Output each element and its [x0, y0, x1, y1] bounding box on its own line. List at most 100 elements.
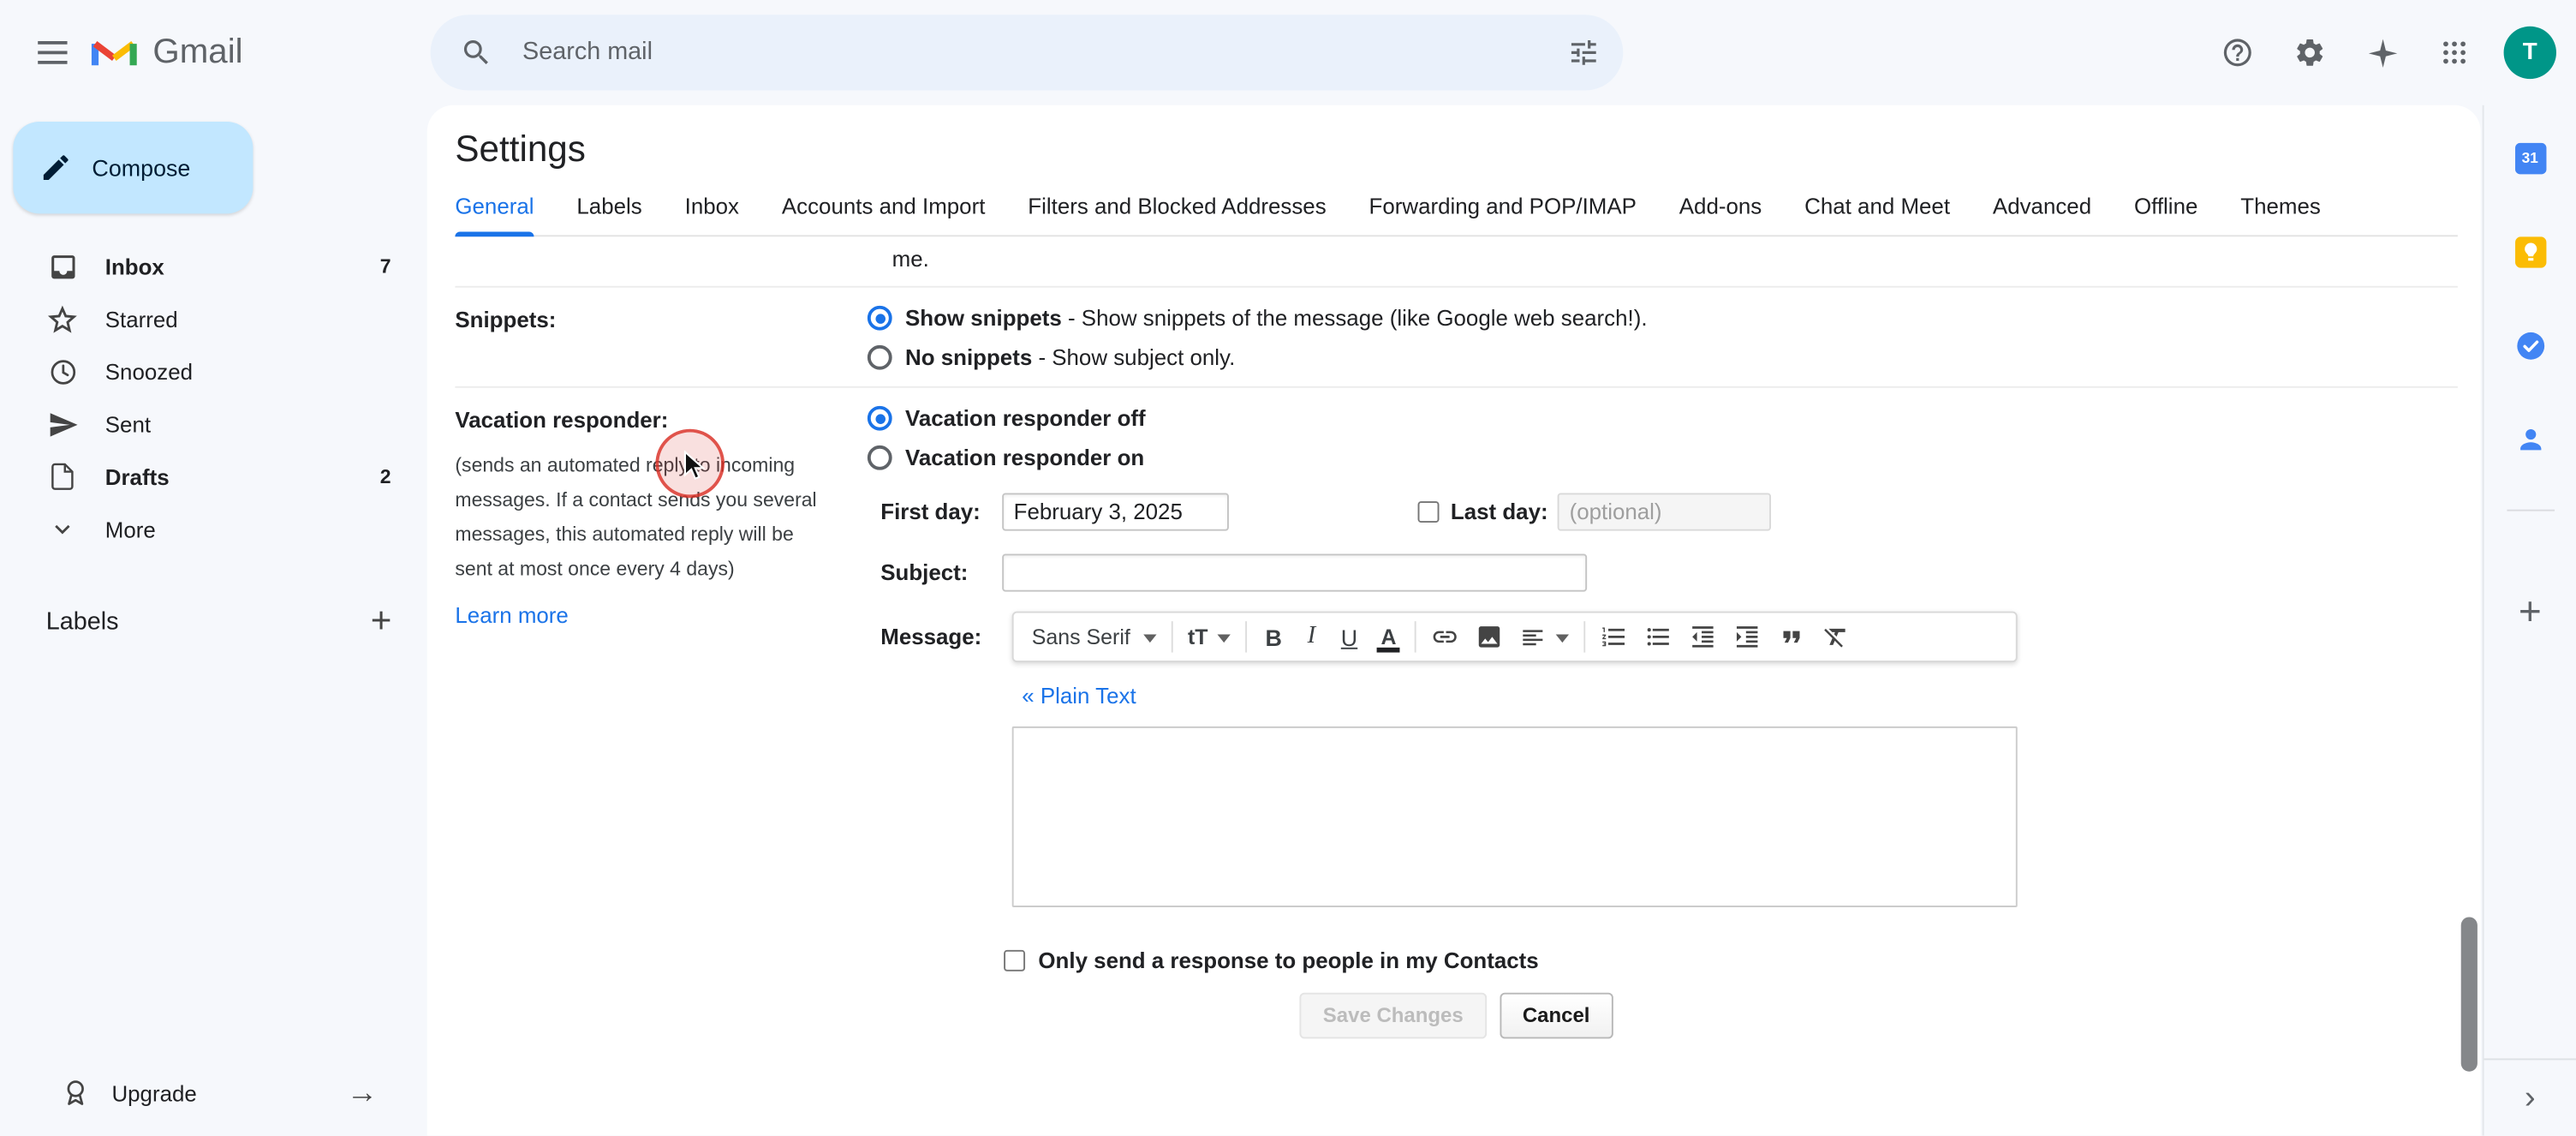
keep-icon[interactable] [2504, 225, 2556, 278]
calendar-icon[interactable]: 31 [2504, 131, 2556, 183]
compose-button[interactable]: Compose [13, 121, 253, 214]
vacation-off-option[interactable]: Vacation responder off [867, 405, 2458, 431]
search-input[interactable] [519, 16, 1551, 88]
sidebar-item-more[interactable]: More [0, 503, 414, 555]
menu-icon[interactable] [20, 20, 86, 86]
remove-formatting-button[interactable] [1814, 616, 1858, 657]
tab-filters-and-blocked-addresses[interactable]: Filters and Blocked Addresses [1028, 194, 1326, 235]
underline-button[interactable]: U [1329, 616, 1368, 657]
add-label-icon[interactable]: + [358, 598, 404, 644]
chevron-down-icon [1143, 633, 1157, 649]
italic-button[interactable]: I [1293, 616, 1329, 657]
sidebar-item-label: Starred [104, 306, 178, 332]
tab-inbox[interactable]: Inbox [685, 194, 739, 235]
subject-input[interactable] [1002, 553, 1588, 592]
bulleted-list-button[interactable] [1637, 616, 1681, 657]
form-buttons: Save Changes Cancel [455, 992, 2457, 1039]
learn-more-link[interactable]: Learn more [455, 603, 568, 628]
insert-link-icon [1434, 631, 1458, 643]
date-field-row: First day: Last day: [880, 493, 2458, 531]
inbox-icon [46, 250, 79, 283]
contacts-only-option[interactable]: Only send a response to people in my Con… [1004, 948, 2458, 973]
bold-icon: B [1265, 624, 1282, 650]
tab-general[interactable]: General [455, 194, 534, 237]
tab-labels[interactable]: Labels [576, 194, 641, 235]
sidebar-item-inbox[interactable]: Inbox 7 [0, 240, 414, 292]
sidebar-item-snoozed[interactable]: Snoozed [0, 345, 414, 398]
quote-button[interactable] [1770, 616, 1815, 657]
scrollbar-thumb[interactable] [2460, 917, 2478, 1072]
insert-image-button[interactable] [1468, 616, 1512, 657]
save-changes-button[interactable]: Save Changes [1299, 992, 1487, 1039]
tab-add-ons[interactable]: Add-ons [1679, 194, 1762, 235]
radio-show-snippets[interactable] [867, 305, 892, 331]
chevron-right-icon[interactable]: › [2525, 1081, 2536, 1114]
compose-label: Compose [92, 154, 191, 182]
font-family-value: Sans Serif [1031, 624, 1130, 649]
radio-vacation-on[interactable] [867, 445, 892, 470]
contacts-icon[interactable] [2504, 413, 2556, 465]
last-day-checkbox[interactable] [1417, 501, 1440, 523]
align-icon [1523, 629, 1543, 645]
sidebar-item-label: Inbox [104, 254, 164, 279]
no-snippets-option[interactable]: No snippets - Show subject only. [867, 344, 2458, 370]
setting-options-column: Show snippets - Show snippets of the mes… [841, 305, 2458, 370]
tab-themes[interactable]: Themes [2240, 194, 2321, 235]
insert-link-button[interactable] [1423, 616, 1468, 657]
rail-divider [2506, 509, 2555, 511]
radio-vacation-off[interactable] [867, 405, 892, 431]
plain-text-link[interactable]: « Plain Text [1022, 684, 1136, 709]
search-bar[interactable] [430, 15, 1624, 91]
contacts-person-icon [2519, 428, 2541, 450]
sidebar-upgrade[interactable]: Upgrade → [0, 1057, 427, 1129]
option-title: Show snippets [905, 305, 1062, 331]
sidebar-item-label: Drafts [104, 463, 170, 489]
bold-button[interactable]: B [1254, 616, 1293, 657]
tasks-check-icon [2516, 331, 2544, 359]
font-family-button[interactable]: Sans Serif [1023, 616, 1165, 657]
numbered-list-button[interactable] [1592, 616, 1637, 657]
search-icon[interactable] [450, 27, 503, 79]
settings-gear-icon[interactable] [2277, 20, 2343, 86]
arrow-right-icon[interactable]: → [347, 1077, 378, 1108]
gmail-logo[interactable]: Gmail [89, 33, 243, 72]
option-desc: - Show snippets of the message (like Goo… [1061, 305, 1648, 331]
apps-grid-icon[interactable] [2422, 20, 2488, 86]
font-size-button[interactable]: tT [1179, 616, 1239, 657]
first-day-input[interactable] [1002, 493, 1229, 531]
text-color-icon: A [1380, 624, 1397, 649]
avatar[interactable]: T [2503, 26, 2556, 80]
contacts-only-checkbox[interactable] [1004, 949, 1026, 972]
font-size-icon: tT [1187, 624, 1208, 649]
toolbar-divider [1171, 621, 1173, 653]
tab-accounts-and-import[interactable]: Accounts and Import [782, 194, 986, 235]
sidebar-item-drafts[interactable]: Drafts 2 [0, 451, 414, 503]
gemini-sparkle-icon[interactable] [2349, 20, 2415, 86]
tab-forwarding-and-pop-imap[interactable]: Forwarding and POP/IMAP [1369, 194, 1637, 235]
tab-offline[interactable]: Offline [2134, 194, 2197, 235]
radio-no-snippets[interactable] [867, 344, 892, 370]
message-body-textarea[interactable] [1011, 726, 2018, 907]
align-button[interactable] [1512, 616, 1577, 657]
indent-more-button[interactable] [1726, 616, 1770, 657]
cancel-button[interactable]: Cancel [1499, 992, 1613, 1039]
tasks-icon[interactable] [2504, 319, 2556, 371]
unread-count: 7 [379, 254, 391, 278]
tab-advanced[interactable]: Advanced [1993, 194, 2091, 235]
plus-icon[interactable]: + [2504, 587, 2556, 639]
show-snippets-option[interactable]: Show snippets - Show snippets of the mes… [867, 305, 2458, 331]
indent-less-button[interactable] [1681, 616, 1726, 657]
numbered-list-icon [1602, 627, 1625, 647]
sidebar-item-starred[interactable]: Starred [0, 292, 414, 344]
sidebar-item-sent[interactable]: Sent [0, 398, 414, 450]
vacation-on-option[interactable]: Vacation responder on [867, 445, 2458, 470]
last-day-input[interactable] [1558, 493, 1772, 531]
help-icon[interactable] [2204, 20, 2270, 86]
toolbar-divider [1245, 621, 1248, 653]
settings-panel: Settings General Labels Inbox Accounts a… [426, 105, 2481, 1136]
tab-chat-and-meet[interactable]: Chat and Meet [1804, 194, 1950, 235]
upgrade-badge-icon [67, 1080, 84, 1105]
last-day-label: Last day: [1450, 499, 1548, 524]
text-color-button[interactable]: A [1369, 616, 1409, 657]
tune-icon[interactable] [1551, 20, 1617, 86]
